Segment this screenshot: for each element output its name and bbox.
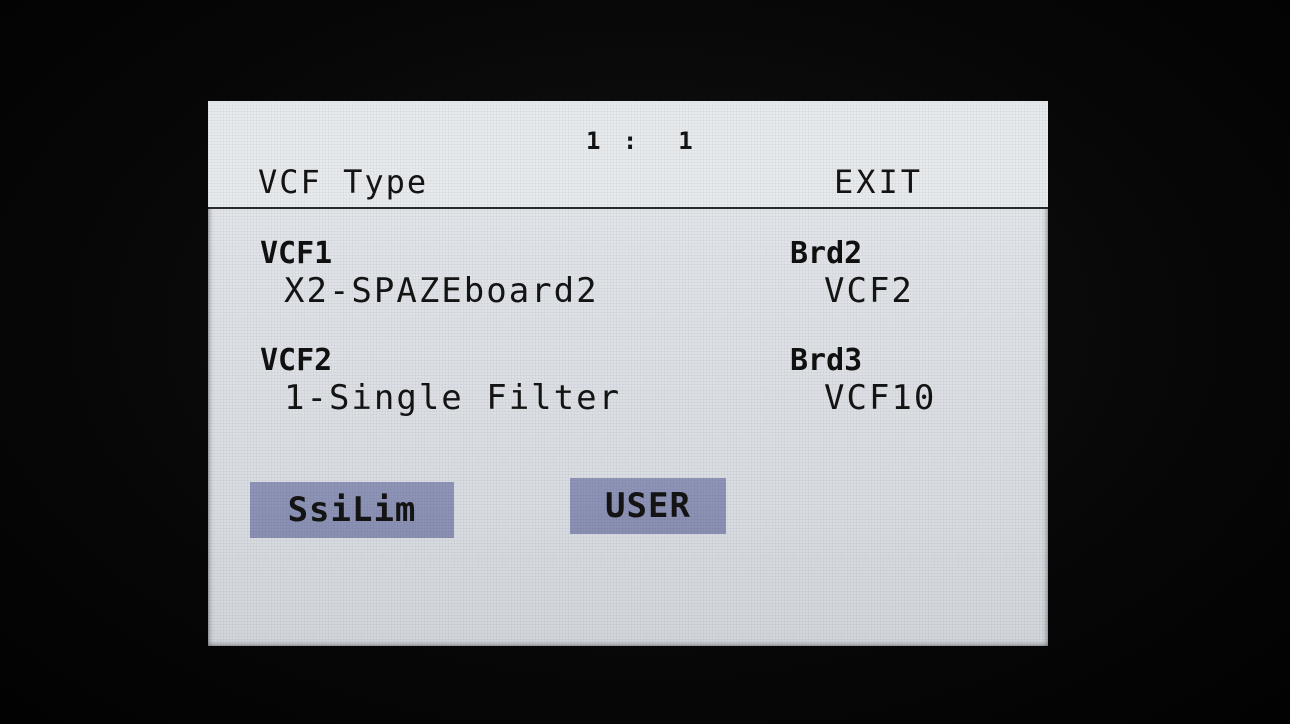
user-button[interactable]: USER bbox=[570, 478, 726, 534]
position-indicator: 1 : 1 bbox=[586, 127, 697, 155]
exit-button[interactable]: EXIT bbox=[834, 163, 923, 201]
param-label-vcf2: VCF2 bbox=[260, 343, 333, 378]
ssilim-button[interactable]: SsiLim bbox=[250, 482, 454, 538]
param-value-vcf1: X2-SPAZEboard2 bbox=[284, 271, 599, 311]
param-label-vcf1: VCF1 bbox=[260, 236, 333, 271]
page-title: VCF Type bbox=[258, 163, 429, 201]
param-label-brd2: Brd2 bbox=[790, 236, 863, 271]
lcd-screen: 1 : 1 VCF Type EXIT VCF1 X2-SPAZEboard2 … bbox=[208, 101, 1048, 646]
param-label-brd3: Brd3 bbox=[790, 343, 863, 378]
param-value-brd3: VCF10 bbox=[824, 378, 937, 418]
param-value-vcf2: 1-Single Filter bbox=[284, 378, 622, 418]
param-value-brd2: VCF2 bbox=[824, 271, 914, 311]
screen-header: 1 : 1 VCF Type EXIT bbox=[208, 101, 1048, 209]
